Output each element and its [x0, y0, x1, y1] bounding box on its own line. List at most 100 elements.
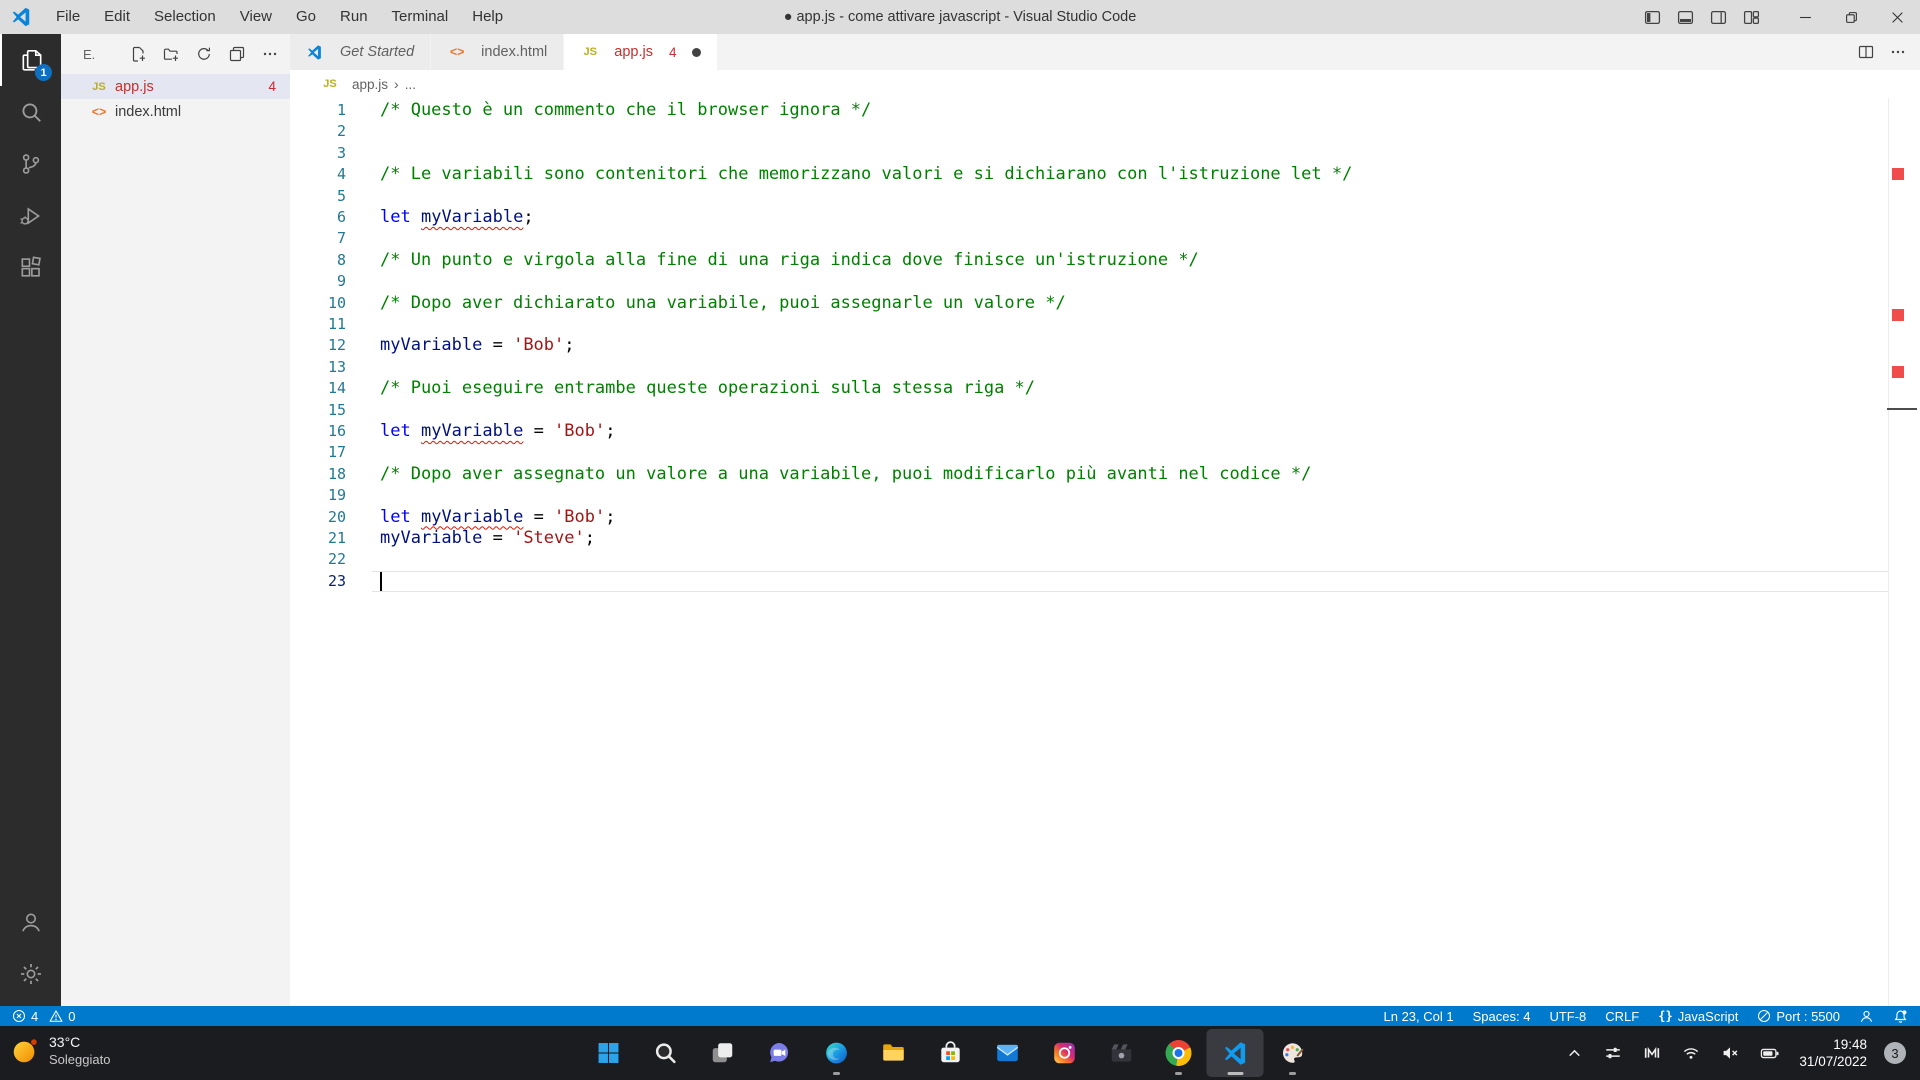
taskbar-app-vscode[interactable] — [1207, 1029, 1264, 1077]
taskbar-app-chat[interactable] — [751, 1029, 808, 1077]
collapse-folders-icon[interactable] — [229, 46, 245, 62]
quick-settings-sliders-icon[interactable] — [1600, 1040, 1626, 1066]
modified-dot-icon[interactable] — [692, 48, 701, 57]
close-button[interactable] — [1874, 0, 1920, 34]
status-live-server-port[interactable]: Port : 5500 — [1757, 1009, 1840, 1024]
breadcrumb-file[interactable]: app.js — [352, 77, 388, 92]
start-icon — [595, 1040, 621, 1066]
code-line-18[interactable]: 18/* Dopo aver assegnato un valore a una… — [290, 464, 1920, 485]
editor-group: Get Started<>index.htmlJSapp.js4 JS app.… — [290, 34, 1920, 1006]
restore-button[interactable] — [1828, 0, 1874, 34]
activitybar-extensions[interactable] — [0, 242, 61, 294]
running-indicator — [1289, 1072, 1296, 1075]
hidden-icons-chevron-icon[interactable] — [1561, 1040, 1587, 1066]
breadcrumb[interactable]: JS app.js › ... — [290, 70, 1920, 98]
code-line-8[interactable]: 8/* Un punto e virgola alla fine di una … — [290, 250, 1920, 271]
battery-icon[interactable] — [1756, 1040, 1782, 1066]
taskbar-app-paint-3d[interactable] — [1264, 1029, 1321, 1077]
code-line-6[interactable]: 6let myVariable; — [290, 207, 1920, 228]
problems-indicator[interactable]: 4 0 — [12, 1009, 75, 1024]
ime-indicator-icon[interactable] — [1639, 1040, 1665, 1066]
status-language-mode[interactable]: {}JavaScript — [1658, 1009, 1738, 1024]
file-item-index.html[interactable]: <>index.html — [61, 99, 290, 124]
code-line-12[interactable]: 12myVariable = 'Bob'; — [290, 335, 1920, 356]
taskbar-app-edge[interactable] — [808, 1029, 865, 1077]
taskbar-app-file-explorer[interactable] — [865, 1029, 922, 1077]
edge-icon — [823, 1040, 849, 1066]
code-line-23[interactable]: 23 — [290, 571, 1920, 592]
wifi-icon[interactable] — [1678, 1040, 1704, 1066]
code-line-2[interactable]: 2 — [290, 121, 1920, 142]
taskbar-app-start[interactable] — [580, 1029, 637, 1077]
explorer-title: E. — [83, 47, 95, 62]
code-line-7[interactable]: 7 — [290, 228, 1920, 249]
status-eol-sequence[interactable]: CRLF — [1605, 1009, 1639, 1024]
code-line-3[interactable]: 3 — [290, 143, 1920, 164]
taskbar-app-mail[interactable] — [979, 1029, 1036, 1077]
split-editor-icon[interactable] — [1858, 44, 1874, 60]
new-folder-icon[interactable] — [163, 46, 179, 62]
activitybar-source-control[interactable] — [0, 138, 61, 190]
toggle-primary-sidebar-icon[interactable] — [1644, 9, 1661, 26]
taskbar-app-task-view[interactable] — [694, 1029, 751, 1077]
taskbar-clock[interactable]: 19:48 31/07/2022 — [1799, 1036, 1867, 1070]
menu-help[interactable]: Help — [460, 0, 515, 34]
menu-go[interactable]: Go — [284, 0, 328, 34]
code-line-17[interactable]: 17 — [290, 442, 1920, 463]
volume-muted-icon[interactable] — [1717, 1040, 1743, 1066]
tab-index.html[interactable]: <>index.html — [431, 34, 564, 70]
activitybar-settings[interactable] — [0, 948, 61, 1000]
minimize-button[interactable] — [1782, 0, 1828, 34]
customize-layout-icon[interactable] — [1743, 9, 1760, 26]
status-feedback[interactable] — [1859, 1009, 1874, 1024]
code-line-10[interactable]: 10/* Dopo aver dichiarato una variabile,… — [290, 293, 1920, 314]
code-line-13[interactable]: 13 — [290, 357, 1920, 378]
taskbar-app-search[interactable] — [637, 1029, 694, 1077]
toggle-panel-icon[interactable] — [1677, 9, 1694, 26]
activitybar-run-and-debug[interactable] — [0, 190, 61, 242]
status-encoding[interactable]: UTF-8 — [1549, 1009, 1586, 1024]
menu-file[interactable]: File — [44, 0, 92, 34]
weather-widget[interactable]: 33°C Soleggiato — [10, 1033, 110, 1068]
menu-terminal[interactable]: Terminal — [380, 0, 461, 34]
activitybar-explorer[interactable]: 1 — [0, 34, 61, 86]
more-actions-icon[interactable] — [262, 46, 278, 62]
activitybar-search[interactable] — [0, 86, 61, 138]
menu-view[interactable]: View — [228, 0, 284, 34]
tab-app.js[interactable]: JSapp.js4 — [564, 34, 718, 70]
code-line-15[interactable]: 15 — [290, 400, 1920, 421]
taskbar-app-chrome[interactable] — [1150, 1029, 1207, 1077]
activitybar-accounts[interactable] — [0, 896, 61, 948]
code-editor[interactable]: 1/* Questo è un commento che il browser … — [290, 98, 1920, 1006]
code-line-19[interactable]: 19 — [290, 485, 1920, 506]
status-indentation[interactable]: Spaces: 4 — [1473, 1009, 1531, 1024]
notification-count-badge[interactable]: 3 — [1884, 1042, 1906, 1064]
taskbar-app-clipchamp[interactable] — [1093, 1029, 1150, 1077]
code-line-16[interactable]: 16let myVariable = 'Bob'; — [290, 421, 1920, 442]
menu-edit[interactable]: Edit — [92, 0, 142, 34]
code-line-5[interactable]: 5 — [290, 186, 1920, 207]
taskbar-app-store[interactable] — [922, 1029, 979, 1077]
code-line-14[interactable]: 14/* Puoi eseguire entrambe queste opera… — [290, 378, 1920, 399]
status-cursor-position[interactable]: Ln 23, Col 1 — [1384, 1009, 1454, 1024]
tab-get-started[interactable]: Get Started — [290, 34, 431, 70]
breadcrumb-symbol[interactable]: ... — [405, 77, 416, 92]
file-item-app.js[interactable]: JSapp.js4 — [61, 74, 290, 99]
more-actions-icon[interactable] — [1890, 44, 1906, 60]
code-line-21[interactable]: 21myVariable = 'Steve'; — [290, 528, 1920, 549]
code-line-22[interactable]: 22 — [290, 549, 1920, 570]
code-line-9[interactable]: 9 — [290, 271, 1920, 292]
source-control-icon — [18, 151, 44, 177]
taskbar-app-instagram[interactable] — [1036, 1029, 1093, 1077]
code-line-20[interactable]: 20let myVariable = 'Bob'; — [290, 507, 1920, 528]
refresh-explorer-icon[interactable] — [196, 46, 212, 62]
status-notifications[interactable] — [1893, 1009, 1908, 1024]
toggle-secondary-sidebar-icon[interactable] — [1710, 9, 1727, 26]
new-file-icon[interactable] — [130, 46, 146, 62]
code-line-4[interactable]: 4/* Le variabili sono contenitori che me… — [290, 164, 1920, 185]
code-line-1[interactable]: 1/* Questo è un commento che il browser … — [290, 100, 1920, 121]
menu-selection[interactable]: Selection — [142, 0, 228, 34]
code-line-11[interactable]: 11 — [290, 314, 1920, 335]
menu-run[interactable]: Run — [328, 0, 380, 34]
overview-cursor-mark — [1887, 408, 1917, 410]
